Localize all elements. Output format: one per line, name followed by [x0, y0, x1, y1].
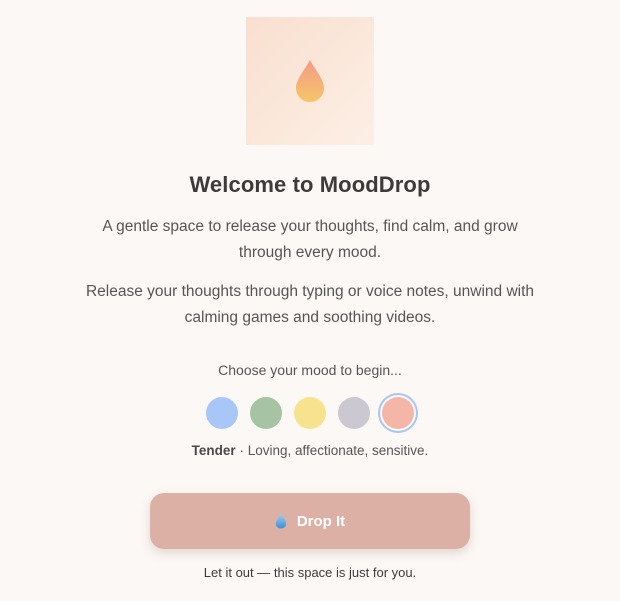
drop-it-label: Drop It [296, 512, 346, 530]
selected-mood-name: Tender [191, 443, 236, 458]
mood-picker [0, 395, 620, 431]
water-drop-icon [296, 60, 324, 102]
mood-option-1[interactable] [206, 397, 238, 429]
mood-option-3[interactable] [294, 397, 326, 429]
drop-it-button[interactable]: Drop It [150, 493, 470, 549]
welcome-screen: Welcome to MoodDrop A gentle space to re… [0, 0, 620, 601]
water-drop-icon [275, 513, 287, 529]
selected-mood-description: Tender · Loving, affectionate, sensitive… [0, 443, 620, 458]
mood-option-5-selected[interactable] [382, 397, 414, 429]
mood-separator: · [235, 443, 248, 458]
selected-mood-details: Loving, affectionate, sensitive. [247, 443, 429, 458]
mood-prompt: Choose your mood to begin... [218, 362, 402, 378]
welcome-subtitle: A gentle space to release your thoughts,… [102, 218, 518, 261]
mood-option-4[interactable] [338, 397, 370, 429]
hero-illustration [246, 17, 374, 145]
welcome-description: Release your thoughts through typing or … [85, 283, 535, 326]
mood-option-2[interactable] [250, 397, 282, 429]
page-title: Welcome to MoodDrop [189, 172, 431, 197]
footnote: Let it out — this space is just for you. [203, 565, 417, 580]
